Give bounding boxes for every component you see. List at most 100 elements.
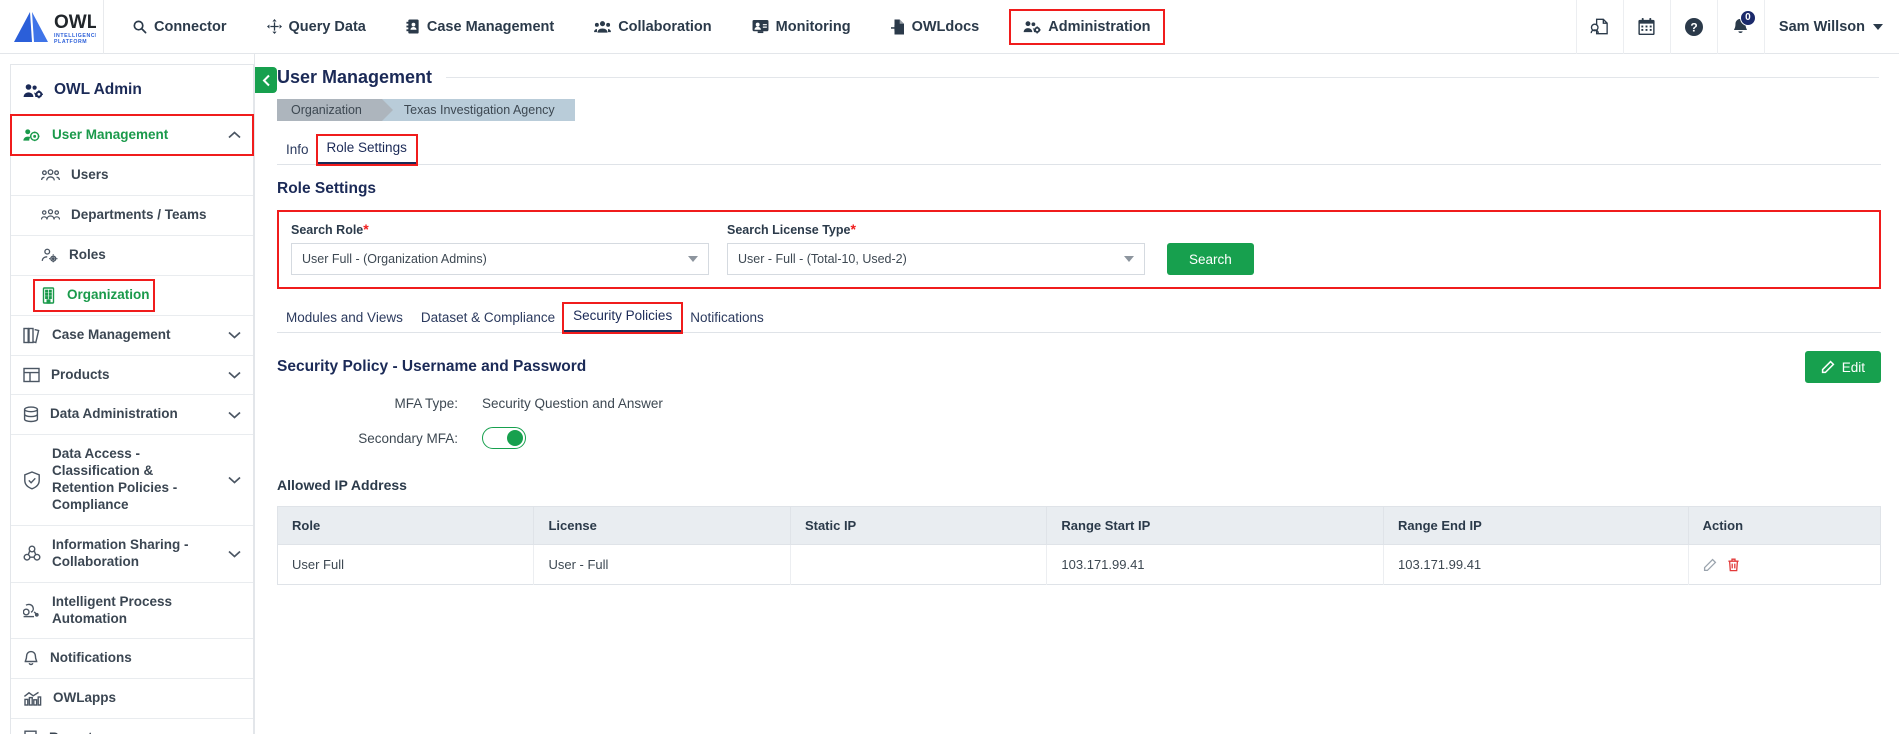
allowed-ip-title: Allowed IP Address	[277, 477, 407, 493]
search-button[interactable]: Search	[1167, 243, 1254, 275]
cell-license: User - Full	[533, 544, 791, 585]
sidebar-header: OWL Admin	[11, 65, 253, 115]
breadcrumb-label: Texas Investigation Agency	[403, 103, 555, 117]
sidebar-item-owlapps[interactable]: OWLapps	[11, 678, 253, 718]
nav-item-collaboration[interactable]: Collaboration	[580, 13, 725, 41]
table-head: Role License Static IP Range Start IP Ra…	[277, 506, 1881, 545]
search-role-select[interactable]: User Full - (Organization Admins)	[291, 243, 709, 275]
breadcrumb-item-texas-investigation-agency[interactable]: Texas Investigation Agency	[381, 99, 575, 121]
sidebar-item-case-management[interactable]: Case Management	[11, 314, 253, 355]
move-arrows-icon	[266, 19, 282, 34]
sidebar-item-data-administration[interactable]: Data Administration	[11, 394, 253, 434]
sidebar-item-label: Data Administration	[50, 406, 178, 422]
nav-item-owldocs[interactable]: OWLdocs	[877, 13, 994, 41]
page-title-row: User Management	[255, 54, 1899, 88]
search-role-label: Search Role*	[291, 221, 709, 237]
tab-info[interactable]: Info	[277, 138, 318, 164]
tab-dataset-compliance[interactable]: Dataset & Compliance	[412, 306, 564, 332]
nav-item-administration[interactable]: Administration	[1009, 8, 1165, 45]
sidebar-item-departments-teams[interactable]: Departments / Teams	[11, 194, 253, 235]
sidebar-item-roles[interactable]: Roles	[11, 234, 253, 275]
sidebar-collapse-button[interactable]	[255, 67, 277, 93]
cell-actions	[1688, 544, 1881, 585]
bell-icon[interactable]: 0	[1716, 0, 1764, 54]
chevron-left-icon	[262, 74, 270, 86]
tab-label: Modules and Views	[286, 310, 403, 325]
share-nodes-icon	[23, 545, 41, 562]
nav-item-case-management[interactable]: Case Management	[392, 13, 568, 41]
sidebar-item-label: Products	[51, 366, 110, 382]
admin-users-icon	[1023, 19, 1041, 34]
sidebar: OWL Admin User Management Users Departme…	[0, 54, 255, 734]
column-header-range-end-ip: Range End IP	[1383, 506, 1689, 545]
secondary-mfa-toggle[interactable]	[482, 427, 526, 449]
edit-button[interactable]: Edit	[1804, 351, 1881, 383]
table-header-row: Role License Static IP Range Start IP Ra…	[277, 506, 1881, 545]
search-icon	[132, 19, 147, 34]
sidebar-item-label: Case Management	[52, 326, 171, 342]
sidebar-card: OWL Admin User Management Users Departme…	[10, 64, 254, 734]
label-text: Search Role	[291, 223, 364, 237]
sidebar-item-information-sharing[interactable]: Information Sharing - Collaboration	[11, 524, 253, 582]
sidebar-item-products[interactable]: Products	[11, 354, 253, 395]
column-header-role: Role	[277, 506, 535, 545]
sidebar-item-label: Users	[71, 166, 109, 182]
contact-book-icon	[406, 19, 420, 34]
app-root: OWL INTELLIGENCE PLATFORM Connector Quer…	[0, 0, 1899, 734]
edit-icon[interactable]	[1703, 558, 1717, 572]
column-header-action: Action	[1688, 506, 1881, 545]
report-icon	[23, 730, 38, 734]
calendar-icon[interactable]	[1622, 0, 1670, 54]
sidebar-header-label: OWL Admin	[54, 81, 142, 98]
report-document-icon[interactable]	[1575, 0, 1623, 54]
breadcrumb-label: Organization	[291, 103, 362, 117]
sidebar-item-data-access-compliance[interactable]: Data Access - Classification & Retention…	[11, 434, 253, 525]
tab-security-policies[interactable]: Security Policies	[562, 302, 684, 334]
notification-badge: 0	[1739, 9, 1756, 26]
sidebar-item-organization[interactable]: Organization	[11, 274, 253, 315]
nav-item-connector[interactable]: Connector	[118, 13, 241, 41]
column-header-license: License	[533, 506, 791, 545]
title-divider	[446, 77, 1879, 78]
sidebar-item-label: Reports	[49, 730, 100, 734]
search-license-type-select[interactable]: User - Full - (Total-10, Used-2)	[727, 243, 1145, 275]
tab-role-settings[interactable]: Role Settings	[315, 134, 418, 166]
chart-apps-icon	[23, 691, 42, 707]
tab-notifications[interactable]: Notifications	[681, 306, 773, 332]
chevron-down-icon	[228, 411, 241, 419]
delete-icon[interactable]	[1727, 558, 1740, 572]
admin-users-icon	[23, 82, 44, 99]
sidebar-item-label: OWLapps	[53, 690, 116, 706]
nav-item-monitoring[interactable]: Monitoring	[738, 13, 865, 41]
tab-label: Dataset & Compliance	[420, 310, 556, 325]
users-icon	[594, 19, 612, 34]
breadcrumb-item-organization[interactable]: Organization	[277, 99, 393, 121]
tab-modules-and-views[interactable]: Modules and Views	[277, 306, 412, 332]
sidebar-item-intelligent-process-automation[interactable]: Intelligent Process Automation	[11, 581, 253, 639]
nav-item-label: Monitoring	[775, 18, 851, 35]
secondary-mfa-row: Secondary MFA:	[277, 427, 1899, 449]
sidebar-item-user-management[interactable]: User Management	[10, 114, 254, 156]
required-asterisk: *	[850, 221, 856, 237]
svg-text:?: ?	[1690, 20, 1697, 34]
column-header-static-ip: Static IP	[790, 506, 1048, 545]
cell-range-end-ip: 103.171.99.41	[1383, 544, 1689, 585]
nav-item-label: Query Data	[288, 18, 366, 35]
tab-label: Security Policies	[573, 308, 673, 323]
sidebar-item-users[interactable]: Users	[11, 154, 253, 195]
users-icon	[41, 168, 60, 182]
nav-item-query-data[interactable]: Query Data	[253, 13, 380, 41]
robot-icon	[23, 603, 41, 619]
help-circle-icon[interactable]: ?	[1669, 0, 1717, 54]
sidebar-item-reports[interactable]: Reports	[11, 718, 253, 734]
label-text: Search License Type	[727, 223, 851, 237]
cell-role: User Full	[277, 544, 535, 585]
svg-text:PLATFORM: PLATFORM	[54, 39, 87, 45]
books-icon	[23, 327, 41, 344]
main-content: User Management Organization Texas Inves…	[255, 54, 1899, 734]
owl-logo[interactable]: OWL INTELLIGENCE PLATFORM	[0, 0, 104, 54]
sidebar-item-label: Roles	[69, 246, 106, 262]
sidebar-item-notifications[interactable]: Notifications	[11, 638, 253, 678]
search-license-type-field: Search License Type* User - Full - (Tota…	[727, 221, 1145, 275]
user-menu[interactable]: Sam Willson	[1763, 0, 1899, 54]
